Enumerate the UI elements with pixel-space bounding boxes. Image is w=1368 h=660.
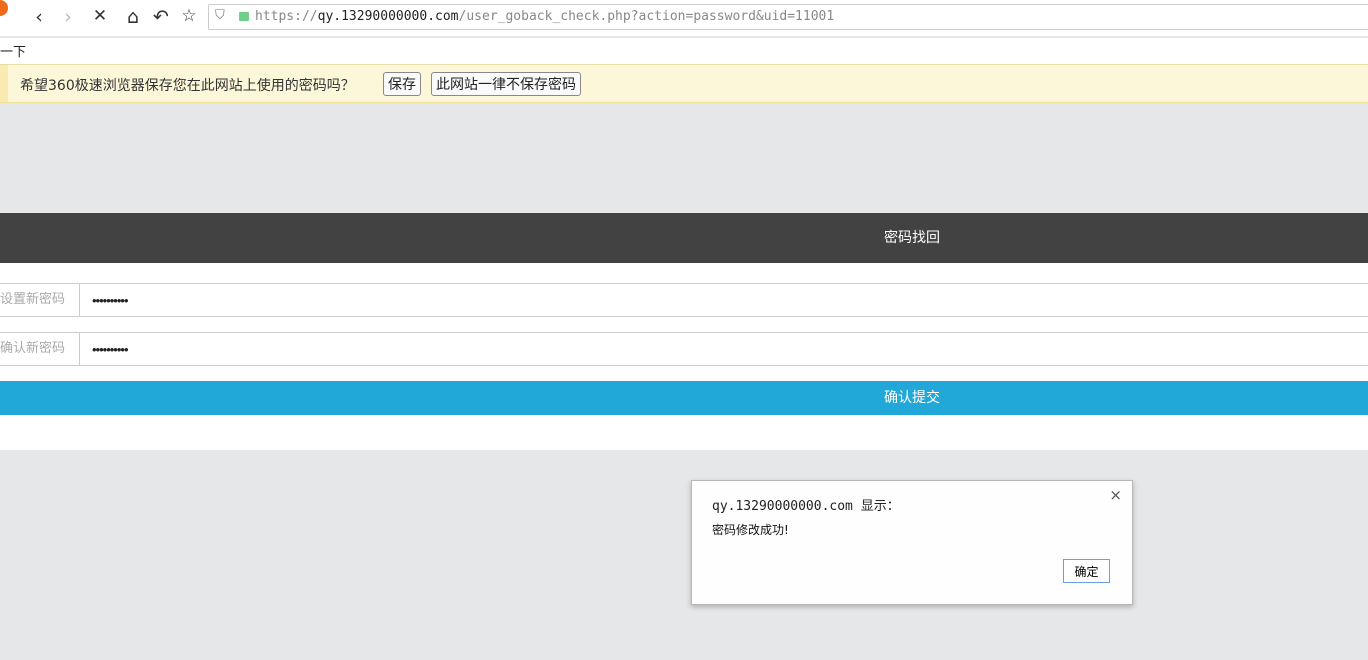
page-title: 密码找回 <box>0 213 1368 263</box>
back-icon[interactable]: ‹ <box>28 6 50 28</box>
close-icon[interactable]: × <box>1109 486 1122 504</box>
dialog-message: 密码修改成功! <box>712 523 789 537</box>
bar-edge <box>0 65 8 102</box>
url-text: https://qy.13290000000.com/user_goback_c… <box>255 9 834 24</box>
submit-button[interactable]: 确认提交 <box>0 381 1368 415</box>
url-path: /user_goback_check.php?action=password&u… <box>458 9 835 24</box>
new-password-row: 设置新密码 <box>0 283 1368 317</box>
new-password-input[interactable] <box>80 284 1368 316</box>
reload-icon[interactable]: ↶ <box>150 6 172 28</box>
alert-dialog: qy.13290000000.com 显示： × 密码修改成功! 确定 <box>691 480 1133 605</box>
ok-button[interactable]: 确定 <box>1063 559 1110 583</box>
stop-icon[interactable]: ✕ <box>89 6 111 26</box>
new-password-label: 设置新密码 <box>0 284 80 316</box>
save-password-message: 希望360极速浏览器保存您在此网站上使用的密码吗？ <box>20 78 355 94</box>
dialog-title: qy.13290000000.com 显示： <box>712 499 900 514</box>
forward-icon[interactable]: › <box>57 6 79 28</box>
address-bar[interactable]: ⛉ https://qy.13290000000.com/user_goback… <box>208 4 1368 30</box>
confirm-password-label: 确认新密码 <box>0 333 80 365</box>
lock-icon <box>239 12 249 21</box>
confirm-password-row: 确认新密码 <box>0 332 1368 366</box>
save-password-bar: 希望360极速浏览器保存您在此网站上使用的密码吗？ 保存 此网站一律不保存密码 <box>0 64 1368 103</box>
bookmark-item[interactable]: 一下 <box>0 45 26 60</box>
confirm-password-input[interactable] <box>80 333 1368 365</box>
save-password-button[interactable]: 保存 <box>383 72 421 96</box>
browser-logo-icon <box>0 0 8 16</box>
shield-icon[interactable]: ⛉ <box>215 8 225 23</box>
browser-toolbar: ‹ › ✕ ⌂ ↶ ☆ ⛉ https://qy.13290000000.com… <box>0 0 1368 36</box>
url-scheme: https:// <box>255 9 318 24</box>
home-icon[interactable]: ⌂ <box>122 6 144 28</box>
never-save-button[interactable]: 此网站一律不保存密码 <box>431 72 581 96</box>
reset-password-form: 设置新密码 确认新密码 确认提交 <box>0 263 1368 450</box>
url-host: qy.13290000000.com <box>317 9 459 24</box>
bookmark-bar: 一下 <box>0 38 1368 64</box>
favorite-icon[interactable]: ☆ <box>178 6 200 26</box>
